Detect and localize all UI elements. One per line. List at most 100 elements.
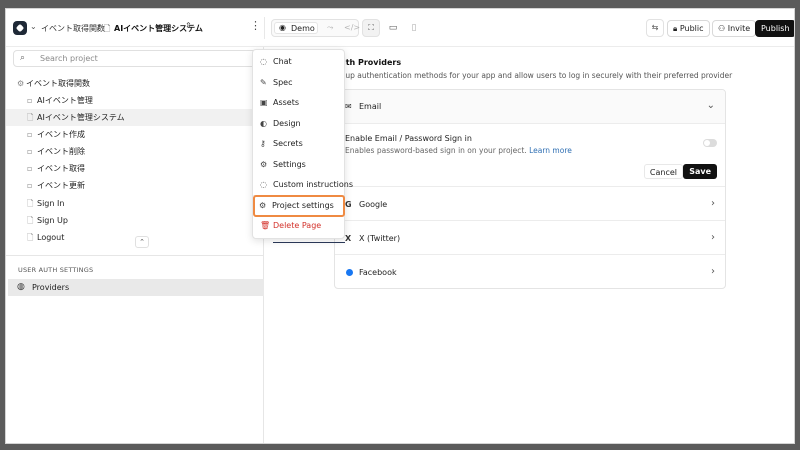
lock-icon: 🔒︎	[673, 24, 678, 33]
page-icon: 🗋	[27, 216, 34, 225]
desktop-icon[interactable]: ▭	[385, 19, 401, 37]
page-icon: ▫	[27, 130, 33, 139]
tree-item[interactable]: ▫ イベント作成	[6, 126, 264, 143]
email-label: Email	[359, 102, 382, 111]
providers-label: Providers	[32, 283, 70, 292]
tree-item[interactable]: 🗋 Sign In	[6, 195, 264, 212]
tree-item-selected[interactable]: 🗋 AIイベント管理システム	[6, 109, 264, 126]
divider	[264, 17, 265, 39]
page-description: t up authentication methods for your app…	[340, 71, 733, 80]
mail-icon: ✉	[345, 102, 352, 111]
menu-item-label: Assets	[273, 98, 300, 107]
menu-item-custom-instructions[interactable]: ◌ Custom instructions	[256, 176, 353, 194]
users-icon: ⚇	[718, 24, 726, 33]
eye-icon: ◉	[279, 23, 286, 32]
globe-icon: ◍	[17, 282, 25, 292]
breadcrumb-parent[interactable]: イベント取得関数	[41, 23, 105, 34]
page-icon: ▫	[27, 181, 33, 190]
menu-item-label: Project settings	[272, 201, 334, 210]
chevron-right-icon: ›	[711, 198, 715, 209]
chevron-right-icon: ›	[711, 266, 715, 277]
x-icon: X	[345, 234, 352, 243]
menu-item-chat[interactable]: ◌ Chat	[256, 53, 342, 71]
breadcrumb-separator: /	[97, 23, 100, 32]
menu-item-project-settings[interactable]: ⚙ Project settings	[253, 195, 345, 217]
facebook-icon	[346, 269, 353, 276]
menu-item-spec[interactable]: ✎ Spec	[256, 74, 342, 92]
tree-item[interactable]: 🗋 Sign Up	[6, 212, 264, 229]
invite-button[interactable]: ⚇ Invite	[712, 20, 757, 37]
demo-label: Demo	[291, 24, 315, 33]
provider-label: Facebook	[359, 268, 397, 277]
menu-item-design[interactable]: ◐ Design	[256, 115, 342, 133]
page-icon: 🗋	[27, 113, 34, 122]
tree-item-label: イベント更新	[37, 181, 85, 190]
code-icon[interactable]: </>	[344, 23, 360, 32]
chevron-down-icon: ⌄	[706, 100, 715, 111]
tree-item-label: Sign In	[37, 199, 65, 208]
cancel-button[interactable]: Cancel	[643, 164, 683, 179]
public-button[interactable]: 🔒︎ Public	[667, 20, 710, 37]
flow-icon[interactable]: ⤳	[327, 23, 333, 33]
chevron-down-icon[interactable]: ⌄	[30, 22, 37, 31]
tree-item-label: イベント作成	[37, 130, 85, 139]
provider-label: X (Twitter)	[359, 234, 401, 243]
email-settings-panel: Enable Email / Password Sign in Enables …	[335, 124, 725, 187]
gear-icon: ⚙	[259, 201, 267, 210]
view-mode-group: ◉ Demo ⤳ </>	[271, 19, 360, 37]
email-option-desc-text: Enables password-based sign in on your p…	[345, 146, 527, 155]
tree-item[interactable]: ▫ イベント削除	[6, 143, 264, 160]
chat-icon: ◌	[260, 57, 267, 66]
app-window: ⌄ イベント取得関数 / 🗋 AIイベント管理システム ⇕ ⋮ ◉ Demo ⤳…	[5, 8, 795, 444]
provider-row-x[interactable]: X X (Twitter) ›	[335, 222, 725, 255]
divider	[6, 255, 264, 256]
tree-item-root[interactable]: ⚙ イベント取得関数	[6, 75, 264, 92]
sidebar-item-providers[interactable]: ◍ Providers	[8, 279, 264, 296]
menu-item-delete-page[interactable]: 🗑︎ Delete Page	[256, 217, 342, 235]
email-password-toggle[interactable]	[703, 139, 717, 147]
google-icon: G	[345, 200, 352, 209]
trash-icon: 🗑︎	[260, 221, 271, 230]
email-option-title: Enable Email / Password Sign in	[345, 134, 472, 143]
page-icon: 🗋	[27, 233, 34, 242]
more-options-icon[interactable]: ⋮	[250, 20, 261, 32]
mobile-icon[interactable]: ▯	[406, 19, 422, 37]
tree-item-label: Sign Up	[37, 216, 68, 225]
provider-label: Google	[359, 200, 388, 209]
menu-item-settings[interactable]: ⚙ Settings	[256, 156, 342, 174]
tree-item[interactable]: ▫ イベント取得	[6, 160, 264, 177]
menu-item-label: Spec	[273, 78, 293, 87]
page-options-menu: ◌ Chat ✎ Spec ▣ Assets ◐ Design ⚷ Secret…	[252, 49, 353, 239]
provider-row-facebook[interactable]: Facebook ›	[335, 256, 725, 288]
app-logo[interactable]	[13, 21, 27, 35]
save-button[interactable]: Save	[683, 164, 717, 179]
fit-screen-button[interactable]: ⛶	[362, 19, 380, 37]
page-title: uth Providers	[340, 58, 402, 67]
search-box: ⌕	[13, 50, 261, 67]
menu-item-label: Settings	[273, 160, 306, 169]
translate-button[interactable]: ⇆	[646, 19, 664, 37]
chevron-up-down-icon[interactable]: ⇕	[185, 21, 192, 30]
tree-item[interactable]: ▫ イベント更新	[6, 177, 264, 194]
page-icon: 🗋	[27, 199, 34, 208]
learn-more-link[interactable]: Learn more	[529, 146, 572, 155]
menu-item-assets[interactable]: ▣ Assets	[256, 94, 342, 112]
menu-item-label: Design	[273, 119, 301, 128]
tree-item-label: AIイベント管理	[37, 96, 93, 105]
email-provider-header[interactable]: ✉ Email ⌄	[335, 90, 725, 124]
page-icon: 🗋	[104, 24, 111, 33]
collapse-button[interactable]: ⌃	[135, 236, 149, 248]
section-title: USER AUTH SETTINGS	[18, 266, 94, 274]
tree-item-label: イベント削除	[37, 147, 85, 156]
demo-button[interactable]: ◉ Demo	[274, 22, 318, 34]
menu-item-secrets[interactable]: ⚷ Secrets	[256, 135, 342, 153]
message-icon: ◌	[260, 180, 267, 189]
menu-item-label: Chat	[273, 57, 292, 66]
menu-divider	[253, 195, 344, 196]
provider-row-google[interactable]: G Google ›	[335, 188, 725, 221]
tree-item[interactable]: ▫ AIイベント管理	[6, 92, 264, 109]
search-input[interactable]	[40, 52, 240, 65]
sidebar: ⌕ ⚙ イベント取得関数 ▫ AIイベント管理 🗋 AIイベント管理システム ▫…	[6, 47, 264, 443]
publish-button[interactable]: Publish	[755, 20, 794, 37]
search-icon: ⌕	[20, 53, 26, 63]
